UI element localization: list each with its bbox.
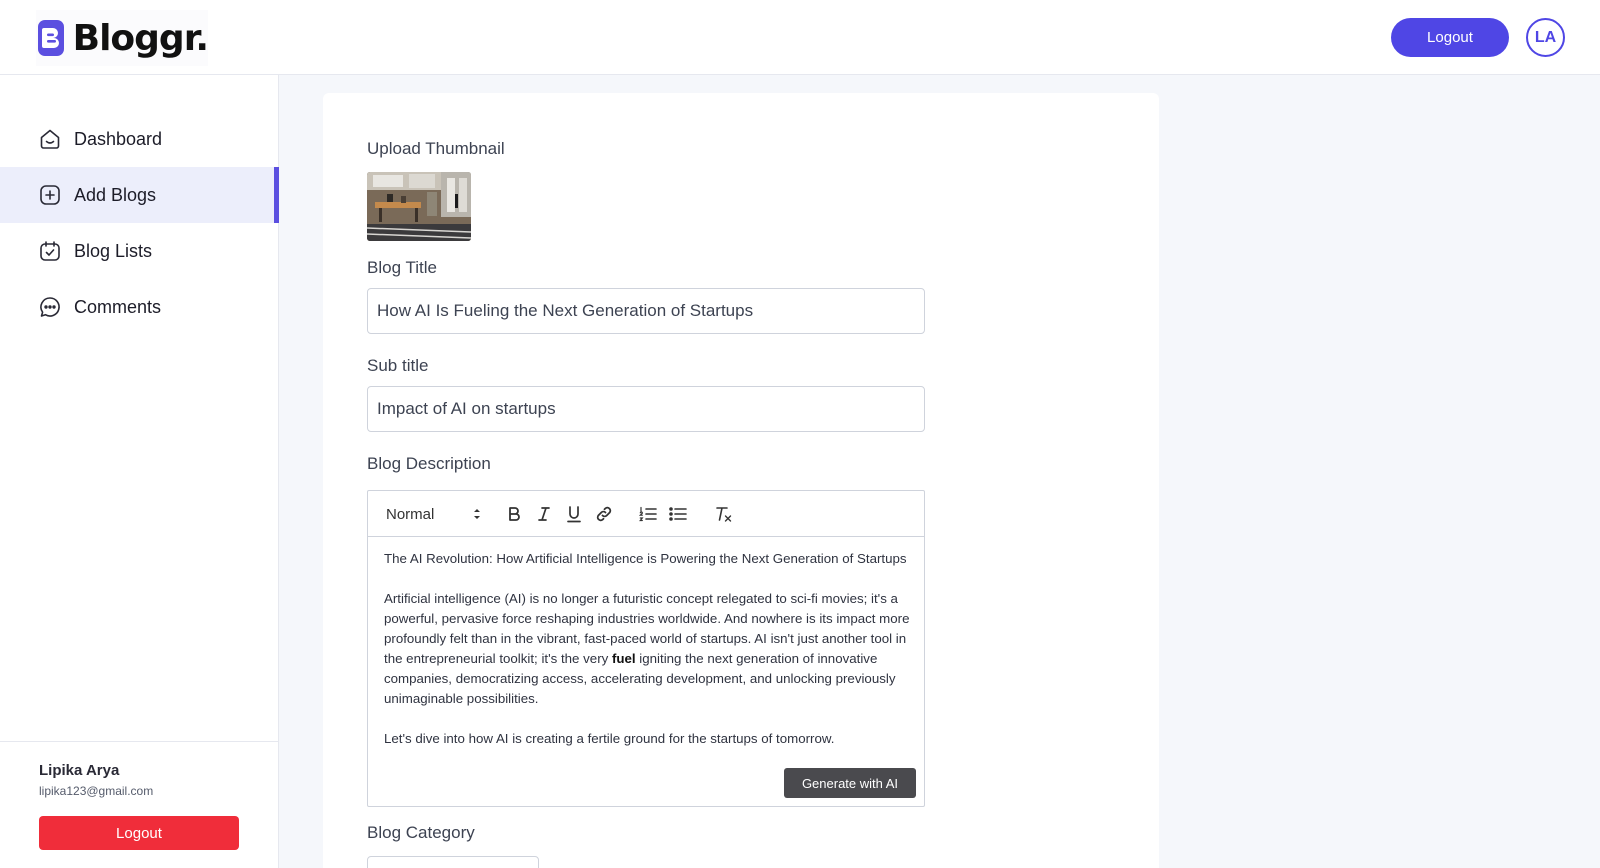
italic-icon[interactable] <box>534 503 554 525</box>
header-logout-button[interactable]: Logout <box>1391 18 1509 57</box>
sidebar-item-blog-lists[interactable]: Blog Lists <box>0 223 279 279</box>
thumbnail-label: Upload Thumbnail <box>367 139 505 158</box>
thumbnail-upload[interactable] <box>367 172 471 241</box>
rich-text-editor[interactable]: Normal The AI Revolution: How Artificial… <box>367 490 925 807</box>
editor-paragraph: Artificial intelligence (AI) is no longe… <box>384 591 910 706</box>
sidebar: Dashboard Add Blogs Blog Lists Comments … <box>0 75 279 868</box>
blog-category-select[interactable] <box>367 856 539 868</box>
subtitle-input[interactable]: Impact of AI on startups <box>367 386 925 432</box>
ordered-list-icon[interactable] <box>638 503 658 525</box>
top-header: Bloggr. Logout LA <box>0 0 1600 75</box>
add-blog-form: Upload Thumbnail Blog Title How AI Is Fu… <box>323 93 1159 868</box>
blog-category-label: Blog Category <box>367 823 475 842</box>
sidebar-item-label: Dashboard <box>74 128 163 149</box>
sidebar-item-add-blogs[interactable]: Add Blogs <box>0 167 279 223</box>
blog-title-input[interactable]: How AI Is Fueling the Next Generation of… <box>367 288 925 334</box>
sidebar-item-label: Add Blogs <box>74 184 157 205</box>
user-email: lipika123@gmail.com <box>39 784 154 798</box>
sidebar-item-dashboard[interactable]: Dashboard <box>0 111 279 167</box>
sidebar-item-comments[interactable]: Comments <box>0 279 279 335</box>
format-select[interactable]: Normal <box>386 503 482 525</box>
thumbnail-image <box>367 172 471 241</box>
blogger-logo-icon <box>38 20 64 56</box>
generate-with-ai-button[interactable]: Generate with AI <box>784 768 916 798</box>
avatar[interactable]: LA <box>1526 18 1565 57</box>
brand-logo[interactable]: Bloggr. <box>36 10 209 66</box>
home-icon <box>40 129 60 149</box>
sidebar-divider <box>0 741 279 742</box>
link-icon[interactable] <box>594 503 614 525</box>
brand-name: Bloggr. <box>72 17 209 59</box>
underline-icon[interactable] <box>564 503 584 525</box>
bullet-list-icon[interactable] <box>668 503 688 525</box>
sidebar-item-label: Comments <box>74 296 162 317</box>
editor-toolbar: Normal <box>368 491 924 537</box>
clear-format-icon[interactable] <box>714 503 734 525</box>
sort-caret-icon <box>474 509 480 519</box>
format-select-value: Normal <box>386 505 435 523</box>
chat-bubble-icon <box>40 297 60 317</box>
editor-content[interactable]: The AI Revolution: How Artificial Intell… <box>384 549 910 779</box>
add-square-icon <box>40 185 60 205</box>
calendar-check-icon <box>40 241 60 261</box>
editor-paragraph: Let's dive into how AI is creating a fer… <box>384 731 835 746</box>
editor-paragraph: The AI Revolution: How Artificial Intell… <box>384 551 907 566</box>
blog-title-label: Blog Title <box>367 258 437 277</box>
sidebar-item-label: Blog Lists <box>74 240 153 261</box>
user-name: Lipika Arya <box>39 762 120 779</box>
blog-description-label: Blog Description <box>367 454 491 473</box>
bold-icon[interactable] <box>504 503 524 525</box>
sidebar-logout-button[interactable]: Logout <box>39 816 239 850</box>
subtitle-label: Sub title <box>367 356 429 375</box>
